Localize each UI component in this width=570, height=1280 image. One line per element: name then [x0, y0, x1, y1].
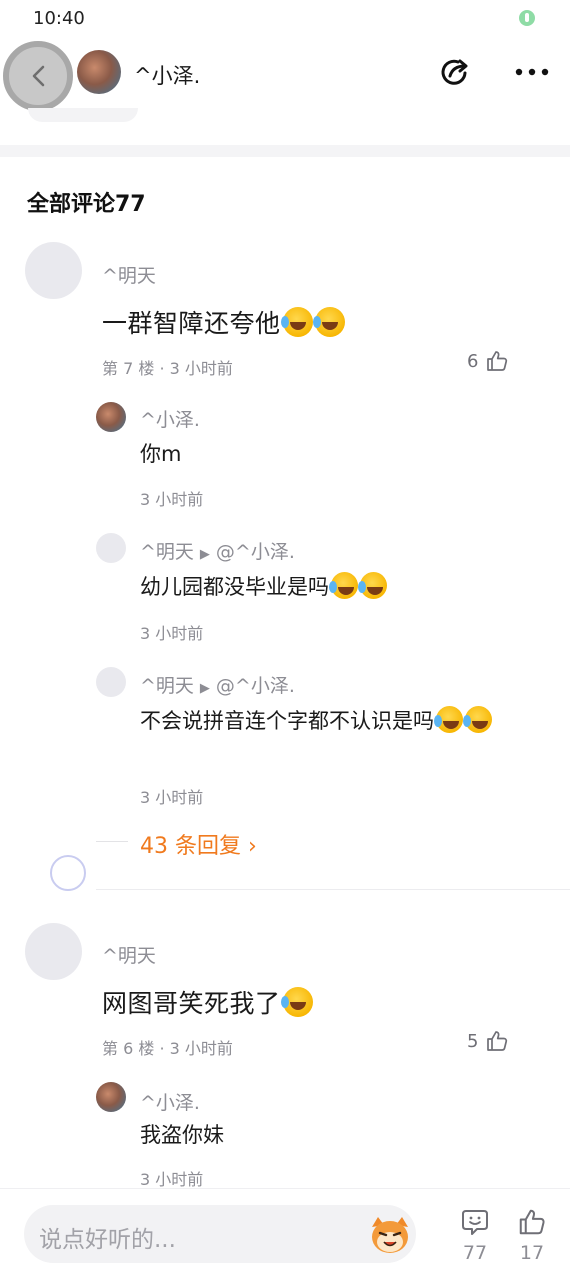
reply-text-body: 幼儿园都没毕业是吗	[140, 575, 329, 599]
laughing-emoji-icon	[280, 307, 313, 337]
comment-count-button[interactable]: 77	[455, 1205, 495, 1265]
status-bar: 10:40	[0, 0, 570, 38]
reply-arrow-icon: ▶	[199, 681, 210, 696]
laughing-emoji-icon	[329, 572, 358, 599]
mascot-icon[interactable]	[368, 1213, 412, 1255]
like-count: 6	[467, 351, 479, 372]
reply-time: 3 小时前	[140, 490, 204, 509]
comment-text[interactable]: 一群智障还夸他	[102, 304, 345, 340]
mic-indicator-icon	[519, 10, 535, 26]
reply-header: ^明天 ▶ @^小泽.	[140, 671, 295, 698]
comment-username[interactable]: ^明天	[102, 261, 156, 288]
share-icon[interactable]	[438, 54, 474, 90]
avatar[interactable]	[25, 242, 82, 299]
comment-meta: 第 7 楼 · 3 小时前	[102, 359, 233, 378]
status-time: 10:40	[33, 8, 85, 29]
reply-target[interactable]: @^小泽.	[216, 675, 295, 697]
thumbs-up-icon	[519, 1209, 545, 1235]
back-button[interactable]	[3, 41, 73, 111]
like-count: 5	[467, 1031, 479, 1052]
more-replies-link[interactable]: 43 条回复 ›	[140, 828, 257, 860]
reply-text[interactable]: 我盗你妹	[140, 1118, 224, 1152]
header-username[interactable]: ^小泽.	[134, 60, 200, 90]
back-icon	[32, 65, 45, 87]
reply-username[interactable]: ^明天	[140, 675, 194, 697]
thumbs-up-icon[interactable]	[485, 1029, 509, 1053]
header: ^小泽.	[0, 38, 570, 116]
reply-text[interactable]: 幼儿园都没毕业是吗	[140, 570, 387, 604]
more-replies-label: 43 条回复	[140, 834, 241, 859]
reply-text[interactable]: 不会说拼音连个字都不认识是吗	[140, 704, 540, 738]
laughing-emoji-icon	[434, 706, 463, 733]
comment-text-body: 一群智障还夸他	[102, 309, 281, 338]
avatar[interactable]	[25, 923, 82, 980]
avatar[interactable]	[96, 667, 126, 697]
like-total: 17	[519, 1242, 545, 1264]
more-replies-line	[96, 841, 128, 842]
comment-username[interactable]: ^明天	[102, 941, 156, 968]
thumbs-up-icon[interactable]	[485, 349, 509, 373]
comment-text-body: 网图哥笑死我了	[102, 989, 281, 1018]
like-button[interactable]: 17	[512, 1205, 552, 1265]
reply-username[interactable]: ^小泽.	[140, 405, 200, 432]
laughing-emoji-icon	[312, 307, 345, 337]
comments-section-title: 全部评论77	[27, 192, 146, 217]
chevron-right-icon: ›	[248, 834, 257, 859]
comment-bubble-icon	[462, 1210, 488, 1235]
laughing-emoji-icon	[463, 706, 492, 733]
header-avatar[interactable]	[77, 50, 121, 94]
header-fade	[28, 108, 138, 122]
comment-divider	[96, 889, 570, 890]
more-icon[interactable]	[514, 60, 550, 84]
laughing-emoji-icon	[280, 987, 313, 1017]
reply-target[interactable]: @^小泽.	[216, 541, 295, 563]
comment-input[interactable]: 说点好听的...	[24, 1205, 416, 1263]
avatar[interactable]	[96, 1082, 126, 1112]
reply-time: 3 小时前	[140, 624, 204, 643]
reply-username[interactable]: ^明天	[140, 541, 194, 563]
loading-spinner-icon	[50, 855, 86, 891]
reply-text-body: 不会说拼音连个字都不认识是吗	[140, 709, 434, 733]
reply-text[interactable]: 你m	[140, 437, 181, 471]
section-divider	[0, 145, 570, 157]
reply-header: ^明天 ▶ @^小泽.	[140, 537, 295, 564]
comment-input-placeholder: 说点好听的...	[39, 1227, 176, 1253]
comment-meta: 第 6 楼 · 3 小时前	[102, 1039, 233, 1058]
reply-time: 3 小时前	[140, 1170, 204, 1189]
reply-arrow-icon: ▶	[199, 547, 210, 562]
bottom-bar: 说点好听的... 77 17	[0, 1188, 570, 1280]
avatar[interactable]	[96, 533, 126, 563]
avatar[interactable]	[96, 402, 126, 432]
reply-time: 3 小时前	[140, 788, 204, 807]
comment-text[interactable]: 网图哥笑死我了	[102, 984, 313, 1020]
reply-username[interactable]: ^小泽.	[140, 1088, 200, 1115]
comment-count: 77	[462, 1242, 488, 1264]
laughing-emoji-icon	[358, 572, 387, 599]
